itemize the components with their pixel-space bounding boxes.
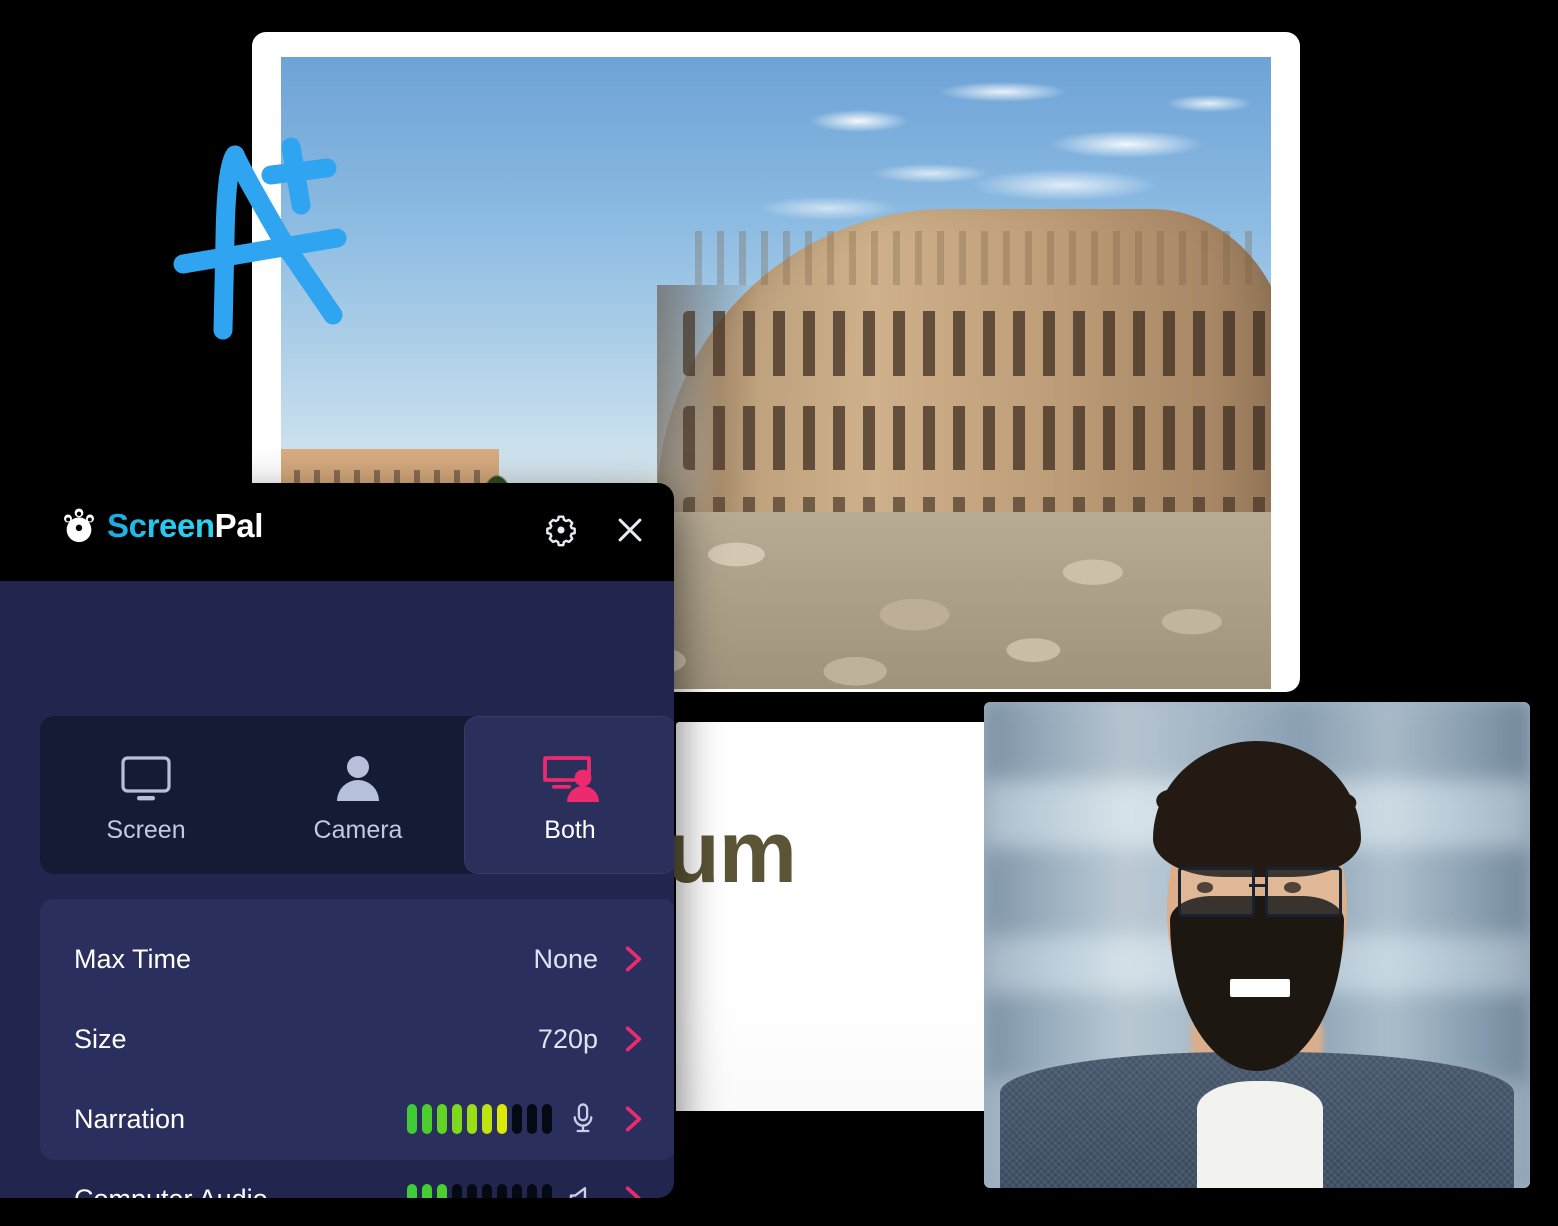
wordmark-screen: Screen	[107, 506, 215, 544]
chevron-right-icon	[625, 946, 642, 972]
colosseum-top-band	[695, 231, 1266, 285]
wordmark-pal: Pal	[214, 506, 264, 544]
setting-row-size[interactable]: Size 720p	[74, 1009, 646, 1069]
close-icon	[618, 518, 642, 542]
monitor-icon	[118, 748, 174, 804]
meter-bar	[452, 1104, 462, 1134]
setting-value: None	[533, 943, 598, 974]
screenpal-logo: ScreenPal	[60, 506, 263, 544]
screenpal-wordmark: ScreenPal	[107, 509, 263, 542]
meter-bar	[482, 1184, 492, 1198]
computer-audio-level-meter	[407, 1184, 552, 1198]
chevron-right-icon	[625, 1106, 642, 1132]
meter-bar	[542, 1104, 552, 1134]
setting-label: Size	[74, 1023, 127, 1054]
tab-camera[interactable]: Camera	[252, 716, 464, 874]
meter-bar	[407, 1184, 417, 1198]
screenpal-logo-icon	[63, 508, 95, 543]
capture-mode-tabs: Screen Camera Both	[40, 716, 674, 874]
presenter-smile	[1229, 979, 1290, 997]
meter-bar	[467, 1184, 477, 1198]
meter-bar	[527, 1104, 537, 1134]
setting-label: Narration	[74, 1103, 186, 1134]
meter-bar	[542, 1184, 552, 1198]
setting-value: 720p	[537, 1023, 598, 1054]
meter-bar	[497, 1104, 507, 1134]
panel-header: ScreenPal	[0, 483, 674, 581]
meter-bar	[512, 1184, 522, 1198]
setting-label: Max Time	[74, 943, 192, 974]
meter-bar	[422, 1104, 432, 1134]
monitor-person-icon	[539, 748, 601, 804]
colosseum-arch-row	[682, 311, 1271, 376]
presenter-shirt	[1196, 1081, 1323, 1188]
presenter-glasses-lens	[1265, 867, 1343, 917]
panel-body: Screen Camera Both Max Time None Size 72…	[0, 581, 674, 1198]
meter-bar	[467, 1104, 477, 1134]
meter-bar	[437, 1104, 447, 1134]
gear-icon	[546, 515, 576, 547]
chevron-right-icon	[625, 1186, 641, 1198]
setting-row-computer-audio[interactable]: Computer Audio	[74, 1169, 646, 1198]
setting-row-max-time[interactable]: Max Time None	[74, 929, 646, 989]
tab-both[interactable]: Both	[464, 716, 674, 874]
meter-bar	[527, 1184, 537, 1198]
meter-bar	[407, 1104, 417, 1134]
presenter-glasses-bridge	[1248, 884, 1266, 888]
text-slide-lower-area	[676, 991, 986, 1111]
meter-bar	[437, 1184, 447, 1198]
setting-row-narration[interactable]: Narration	[74, 1089, 646, 1149]
screenpal-recorder-panel: ScreenPal Screen Camera Both Max Time No…	[0, 483, 674, 1198]
person-icon	[330, 748, 386, 804]
text-slide-footer-bar	[676, 1111, 986, 1167]
webcam-presenter-video	[984, 702, 1530, 1188]
chevron-right-icon	[625, 1026, 642, 1052]
narration-level-meter	[407, 1104, 552, 1134]
speaker-icon[interactable]	[566, 1182, 600, 1198]
meter-bar	[497, 1184, 507, 1198]
close-button[interactable]	[607, 507, 653, 553]
text-slide: um	[666, 722, 986, 1167]
text-slide-headline: um	[666, 802, 797, 901]
colosseum-arch-row	[682, 405, 1271, 471]
screenshot-stage: um ScreenPal Screen Camera Both Max Time…	[0, 0, 1558, 1226]
meter-bar	[482, 1104, 492, 1134]
tab-camera-label: Camera	[313, 815, 403, 844]
setting-label: Computer Audio	[74, 1184, 268, 1199]
tab-screen-label: Screen	[106, 815, 186, 844]
meter-bar	[512, 1104, 522, 1134]
recorder-settings-list: Max Time None Size 720p Narration	[40, 899, 674, 1198]
settings-button[interactable]	[538, 507, 584, 553]
tab-both-label: Both	[544, 815, 596, 844]
presenter-eyebrow	[1183, 847, 1233, 856]
meter-bar	[422, 1184, 432, 1198]
presenter-eyebrow	[1273, 847, 1323, 856]
tab-screen[interactable]: Screen	[40, 716, 252, 874]
presenter-glasses-lens	[1177, 867, 1255, 917]
microphone-icon[interactable]	[566, 1102, 600, 1136]
meter-bar	[452, 1184, 462, 1198]
